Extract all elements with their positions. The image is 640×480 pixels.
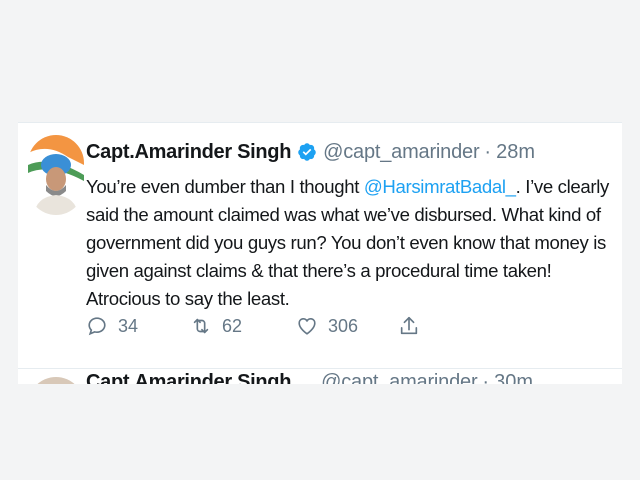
reply-count: 34 xyxy=(118,315,139,336)
retweet-count: 62 xyxy=(222,315,243,336)
mention-link[interactable]: @HarsimratBadal_ xyxy=(364,176,516,197)
background-top xyxy=(0,0,640,122)
next-tweet-partial[interactable]: Capt.Amarinder Singh @capt_amarinder · 3… xyxy=(18,369,622,385)
heart-icon xyxy=(298,317,316,335)
display-name[interactable]: Capt.Amarinder Singh xyxy=(86,141,291,164)
share-button[interactable] xyxy=(398,311,420,341)
timestamp[interactable]: 28m xyxy=(496,141,535,164)
handle[interactable]: @capt_amarinder xyxy=(323,141,479,164)
separator: · xyxy=(484,140,492,163)
next-tweet-header: Capt.Amarinder Singh @capt_amarinder · 3… xyxy=(86,371,533,385)
like-button[interactable]: 306 xyxy=(296,311,358,341)
background-bottom xyxy=(0,384,640,480)
tweet-actions: 34 62 306 xyxy=(86,311,486,341)
retweet-button[interactable]: 62 xyxy=(190,311,242,341)
handle[interactable]: @capt_amarinder xyxy=(321,371,477,385)
separator: · xyxy=(482,371,490,385)
like-count: 306 xyxy=(328,315,359,336)
reply-button[interactable]: 34 xyxy=(86,311,138,341)
avatar[interactable] xyxy=(28,135,84,215)
tweet-text: You’re even dumber than I thought @Harsi… xyxy=(86,173,616,313)
reply-icon xyxy=(88,317,106,336)
share-icon xyxy=(400,316,418,335)
timestamp[interactable]: 30m xyxy=(494,371,533,385)
tweet-card[interactable]: Capt.Amarinder Singh @capt_amarinder · 2… xyxy=(18,122,622,385)
tweet-text-part: You’re even dumber than I thought xyxy=(86,176,364,197)
display-name[interactable]: Capt.Amarinder Singh xyxy=(86,371,291,385)
retweet-icon xyxy=(193,318,209,334)
tweet-header: Capt.Amarinder Singh @capt_amarinder · 2… xyxy=(86,137,535,167)
verified-badge-icon xyxy=(298,143,316,161)
